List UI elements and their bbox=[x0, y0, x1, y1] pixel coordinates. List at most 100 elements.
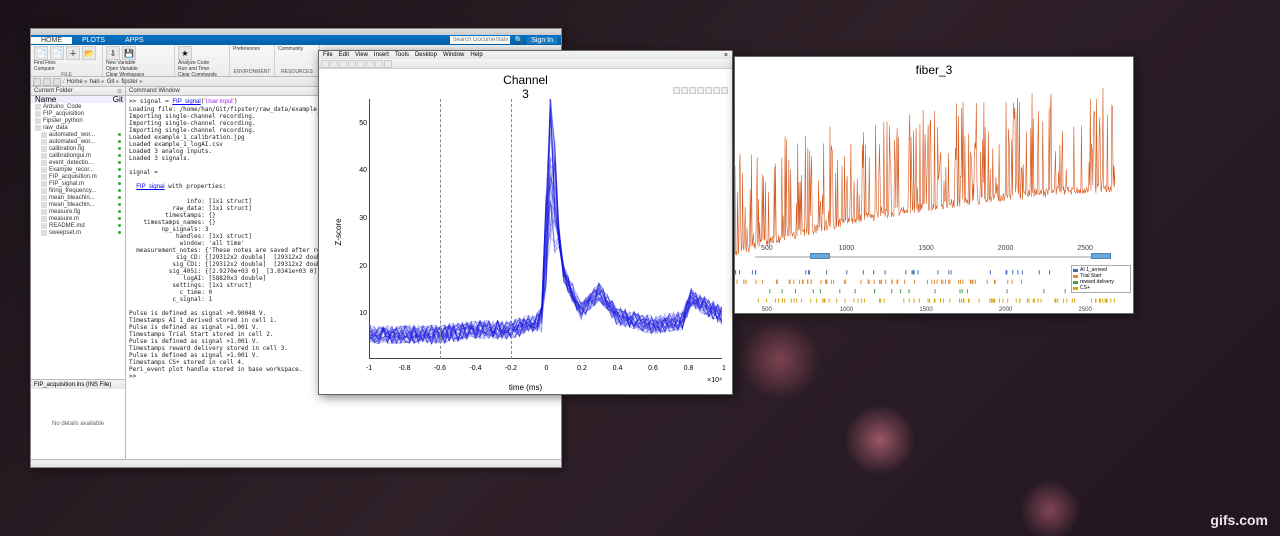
fig-new-icon[interactable] bbox=[321, 60, 329, 68]
file-icon bbox=[41, 230, 47, 236]
details-body: No details available bbox=[31, 389, 125, 459]
menu-window[interactable]: Window bbox=[441, 52, 466, 58]
import-data-icon[interactable]: ⇩ bbox=[106, 46, 120, 60]
menu-file[interactable]: File bbox=[321, 52, 335, 58]
fig-save-icon[interactable] bbox=[330, 60, 338, 68]
xtick: -0.4 bbox=[469, 365, 481, 372]
python-figure-window[interactable]: fiber_3 AI 1_arrived Trial Start reward … bbox=[734, 56, 1134, 314]
figure-title: Channel 3 bbox=[503, 73, 548, 101]
crumb[interactable]: fipster bbox=[121, 79, 137, 85]
git-status-dot bbox=[118, 189, 121, 192]
file-item[interactable]: automated_wor... bbox=[31, 131, 125, 138]
axes-datatip-icon[interactable] bbox=[689, 87, 696, 94]
nav-back-icon[interactable] bbox=[33, 78, 41, 86]
figure-window[interactable]: File Edit View Insert Tools Desktop Wind… bbox=[318, 50, 733, 395]
watermark: gifs.com bbox=[1210, 512, 1268, 528]
xtick: 0.6 bbox=[648, 365, 658, 372]
pane-collapse-icon[interactable]: ⊙ bbox=[117, 88, 122, 95]
doc-search-input[interactable] bbox=[450, 36, 510, 44]
preferences-label[interactable]: Preferences bbox=[233, 46, 271, 52]
file-item[interactable]: automated_wor... bbox=[31, 138, 125, 145]
menu-insert[interactable]: Insert bbox=[372, 52, 391, 58]
figure-menubar: File Edit View Insert Tools Desktop Wind… bbox=[319, 51, 732, 59]
menu-edit[interactable]: Edit bbox=[337, 52, 351, 58]
file-item[interactable]: calibration.fig bbox=[31, 145, 125, 152]
fig-rotate-icon[interactable] bbox=[357, 60, 365, 68]
folder-icon bbox=[35, 104, 41, 110]
new-live-script-icon[interactable]: 📄 bbox=[50, 46, 64, 60]
axes-pan-icon[interactable] bbox=[697, 87, 704, 94]
fig-print-icon[interactable] bbox=[339, 60, 347, 68]
file-tree[interactable]: Arduino_CodeFIP_acquisitionFipster_pytho… bbox=[31, 103, 125, 379]
community-label[interactable]: Community bbox=[278, 46, 316, 52]
file-icon bbox=[41, 160, 47, 166]
git-status-dot bbox=[118, 147, 121, 150]
xtick: 0.2 bbox=[577, 365, 587, 372]
file-item[interactable]: mean_bleachin... bbox=[31, 194, 125, 201]
axes-brush-icon[interactable] bbox=[681, 87, 688, 94]
details-header: FIP_acquisition.ins (INS File) bbox=[31, 380, 125, 389]
fig-brush-icon[interactable] bbox=[375, 60, 383, 68]
file-icon bbox=[41, 153, 47, 159]
xlabel: time (ms) bbox=[509, 383, 542, 392]
signin-button[interactable]: Sign In bbox=[527, 37, 557, 44]
figure-canvas[interactable]: Channel 3 Z-score time (ms) ×10⁴ 1020304… bbox=[319, 69, 732, 394]
folder-item[interactable]: FIP_acquisition bbox=[31, 110, 125, 117]
ribbon-env-label: ENVIRONMENT bbox=[233, 69, 271, 75]
file-item[interactable]: FIP_acquisition.m bbox=[31, 173, 125, 180]
crumb[interactable]: han bbox=[90, 79, 100, 85]
axes-home-icon[interactable] bbox=[721, 87, 728, 94]
menu-help[interactable]: Help bbox=[468, 52, 484, 58]
fig-datacursor-icon[interactable] bbox=[366, 60, 374, 68]
file-item[interactable]: sweepset.m bbox=[31, 229, 125, 236]
menu-view[interactable]: View bbox=[353, 52, 370, 58]
close-icon[interactable]: × bbox=[722, 52, 730, 59]
axes-zoomout-icon[interactable] bbox=[713, 87, 720, 94]
plot-area[interactable] bbox=[369, 99, 722, 359]
menu-desktop[interactable]: Desktop bbox=[413, 52, 439, 58]
save-workspace-icon[interactable]: 💾 bbox=[122, 46, 136, 60]
axes-zoomin-icon[interactable] bbox=[705, 87, 712, 94]
new-icon[interactable]: ＋ bbox=[66, 46, 80, 60]
folder-item[interactable]: raw_data bbox=[31, 124, 125, 131]
axes-export-icon[interactable] bbox=[673, 87, 680, 94]
xtick: -0.8 bbox=[398, 365, 410, 372]
file-item[interactable]: mean_bleachin... bbox=[31, 201, 125, 208]
folder-item[interactable]: Arduino_Code bbox=[31, 103, 125, 110]
slider-knob-left[interactable] bbox=[810, 253, 830, 259]
slider-knob-right[interactable] bbox=[1091, 253, 1111, 259]
menu-tools[interactable]: Tools bbox=[393, 52, 411, 58]
file-item[interactable]: event_detectio... bbox=[31, 159, 125, 166]
git-status-dot bbox=[118, 161, 121, 164]
file-item[interactable]: Example_recor... bbox=[31, 166, 125, 173]
favorites-icon[interactable]: ★ bbox=[178, 46, 192, 60]
new-script-icon[interactable]: 📄 bbox=[34, 46, 48, 60]
file-item[interactable]: firing_frequency... bbox=[31, 187, 125, 194]
folder-icon bbox=[35, 111, 41, 117]
search-icon[interactable]: 🔍 bbox=[514, 36, 523, 44]
fig-link-icon[interactable] bbox=[384, 60, 392, 68]
ytick: 40 bbox=[347, 167, 367, 174]
file-item[interactable]: measure.fig bbox=[31, 208, 125, 215]
file-icon bbox=[41, 174, 47, 180]
crumb[interactable]: Git bbox=[107, 79, 115, 85]
folder-item[interactable]: Fipster_python bbox=[31, 117, 125, 124]
xtick: 1500 bbox=[918, 245, 934, 283]
fig-edit-icon[interactable] bbox=[348, 60, 356, 68]
legend-item[interactable]: CS+ bbox=[1080, 285, 1090, 291]
crumb[interactable]: Home bbox=[67, 79, 83, 85]
tab-plots[interactable]: PLOTS bbox=[72, 37, 115, 44]
file-item[interactable]: FIP_signal.m bbox=[31, 180, 125, 187]
file-item[interactable]: measure.m bbox=[31, 215, 125, 222]
nav-up-icon[interactable] bbox=[53, 78, 61, 86]
open-icon[interactable]: 📂 bbox=[82, 46, 96, 60]
tab-apps[interactable]: APPS bbox=[115, 37, 154, 44]
file-icon bbox=[41, 132, 47, 138]
nav-fwd-icon[interactable] bbox=[43, 78, 51, 86]
xtick: -0.6 bbox=[434, 365, 446, 372]
tab-home[interactable]: HOME bbox=[31, 37, 72, 44]
xtick: 1000 bbox=[840, 307, 853, 313]
file-icon bbox=[41, 195, 47, 201]
file-item[interactable]: README.md bbox=[31, 222, 125, 229]
file-item[interactable]: calibrationgui.m bbox=[31, 152, 125, 159]
